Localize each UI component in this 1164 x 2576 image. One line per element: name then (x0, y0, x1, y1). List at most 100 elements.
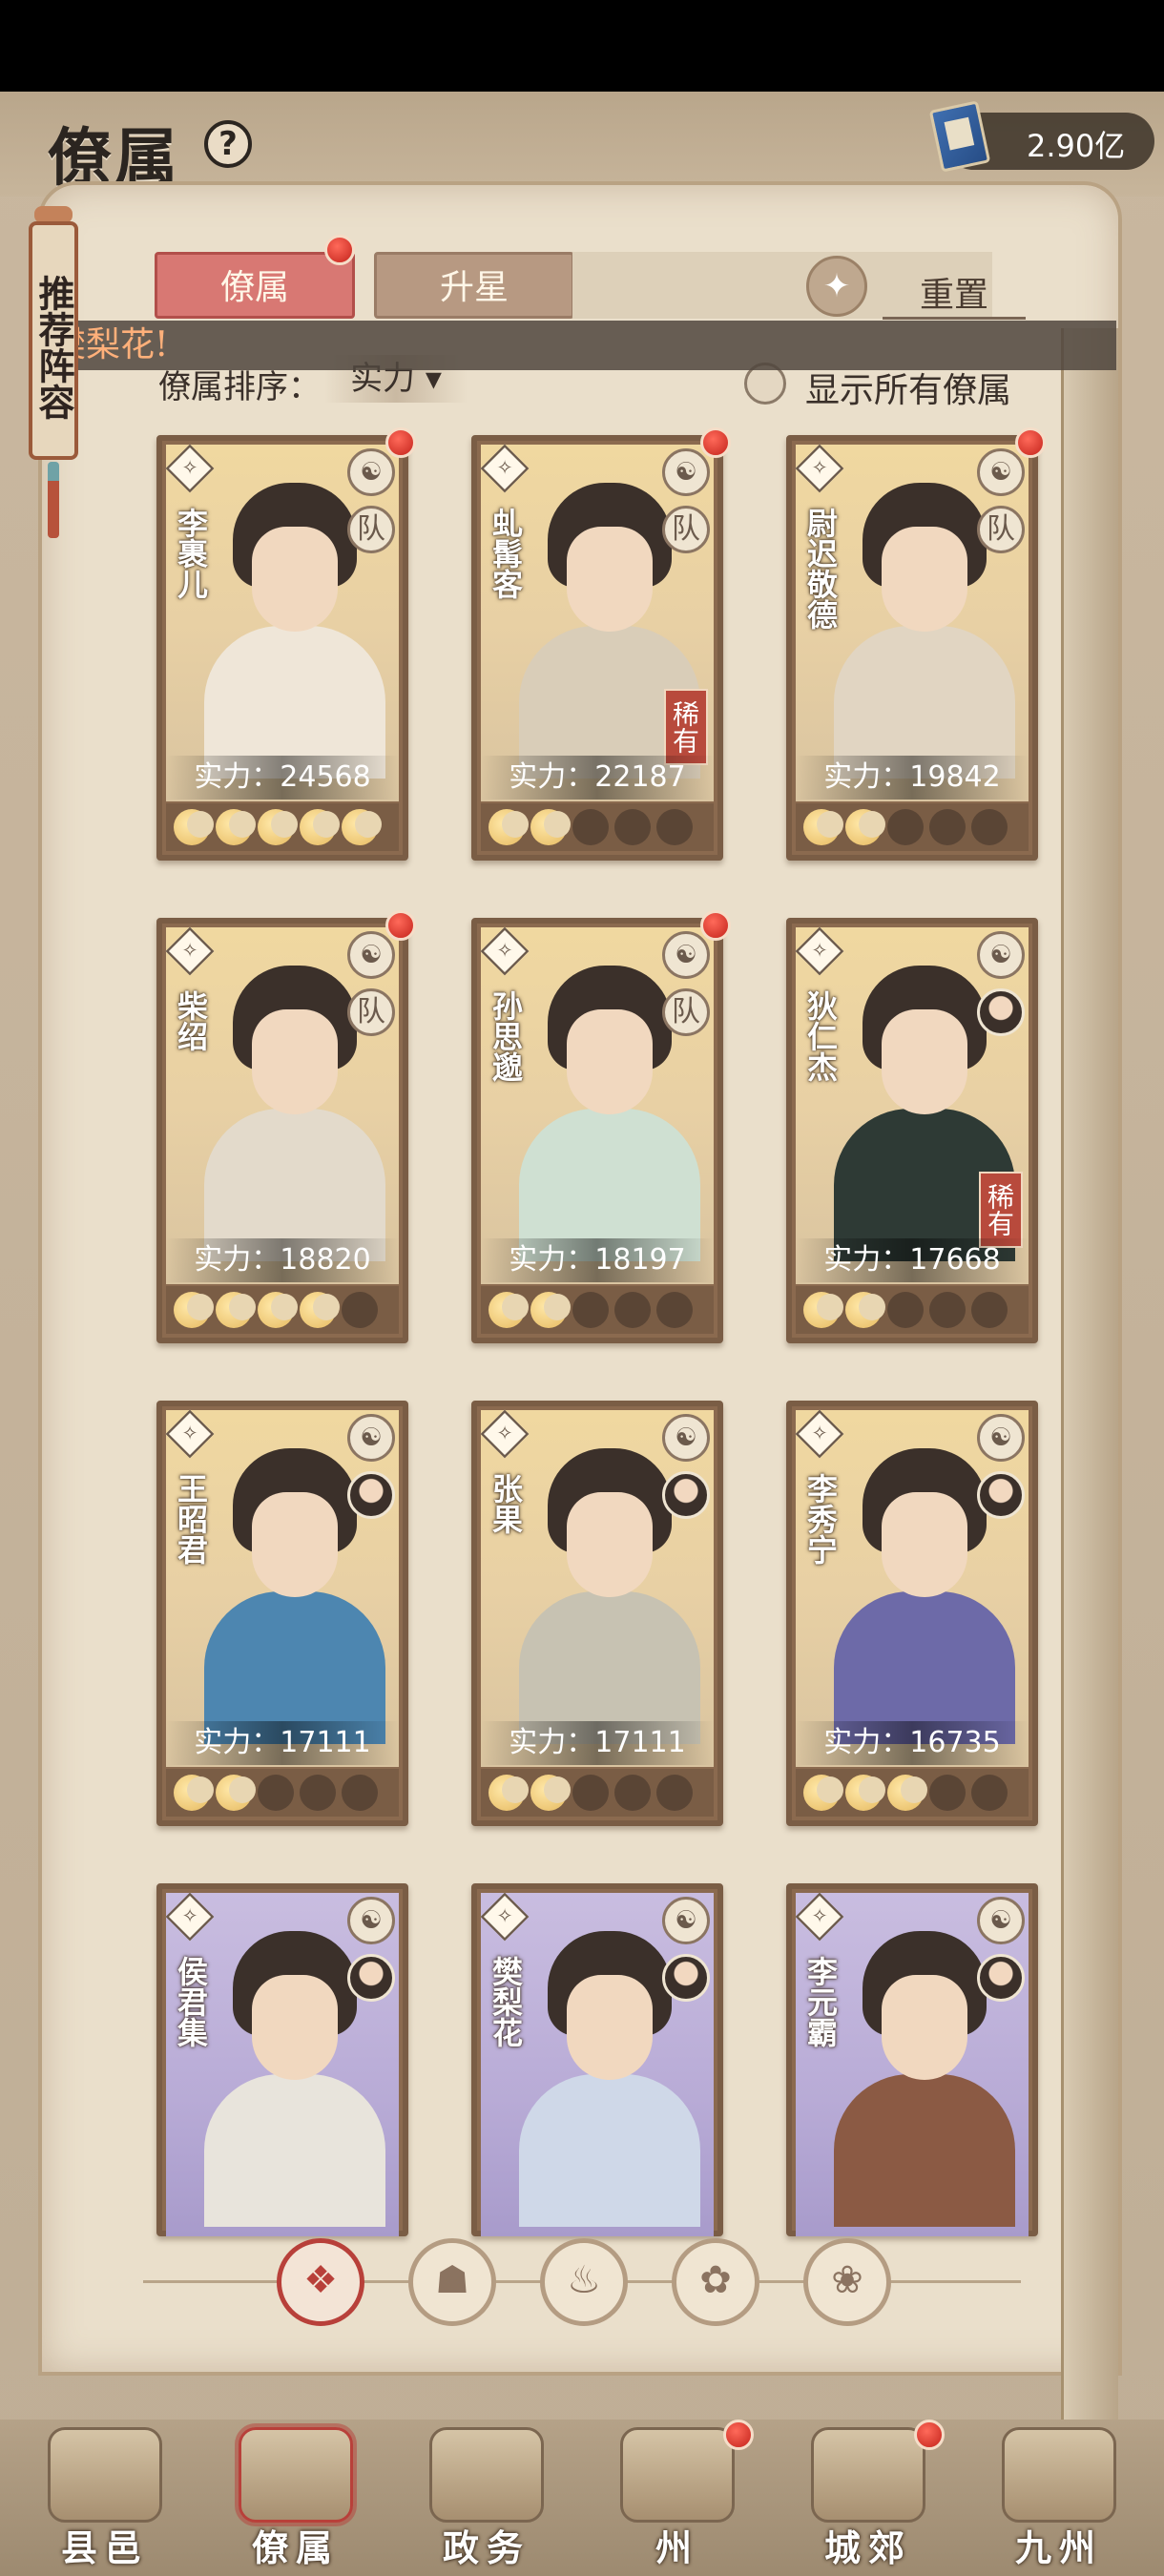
nav-item[interactable]: 城郊 (773, 2420, 964, 2576)
subordinate-card[interactable]: ✧ ☯ 张果 实力：17111 (471, 1401, 723, 1826)
moon-star-icon (258, 1775, 294, 1811)
recommend-lineup-button[interactable]: 推荐阵容 (29, 206, 78, 538)
card-power: 实力：19842 (796, 756, 1029, 800)
moon-star-icon (929, 1292, 966, 1328)
moon-star-icon (614, 1775, 651, 1811)
card-art (796, 1410, 1029, 1767)
subordinate-card[interactable]: ✧ ☯ 李秀宁 实力：16735 (786, 1401, 1038, 1826)
moon-star-icon (845, 1775, 885, 1811)
tab-subordinates[interactable]: 僚属 (155, 252, 355, 319)
filter-martial-button[interactable]: ♨ (540, 2238, 628, 2326)
subordinate-card[interactable]: ✧ ☯ 队尉迟敬德 实力：19842 (786, 427, 1046, 861)
card-art (166, 445, 399, 801)
card-power: 实力：16735 (796, 1721, 1029, 1765)
nav-item[interactable]: 县邑 (10, 2420, 200, 2576)
subordinate-card[interactable]: ✧ ☯ 狄仁杰 稀有 实力：17668 (786, 918, 1038, 1343)
moon-star-icon (488, 809, 529, 845)
subordinate-card[interactable]: ✧ ☯ 侯君集 (156, 1883, 408, 2236)
subordinate-card[interactable]: ✧ ☯ 队虬髯客 稀有 实力：22187 (471, 427, 731, 861)
subordinate-card[interactable]: ✧ ☯ 王昭君 实力：17111 (156, 1401, 408, 1826)
nav-item[interactable]: 政务 (391, 2420, 582, 2576)
card-name: 柴绍 (173, 990, 209, 1051)
card-power: 实力：17111 (166, 1721, 399, 1765)
subordinate-card[interactable]: ✧ ☯ 队李裹儿 实力：24568 (156, 427, 416, 861)
nav-label: 九州 (1014, 2526, 1103, 2569)
nav-item[interactable]: 九州 (964, 2420, 1154, 2576)
filter-talent-button[interactable]: ❀ (803, 2238, 891, 2326)
nav-label: 州 (655, 2526, 699, 2569)
card-name: 李裹儿 (173, 508, 209, 599)
attribute-icon: ☯ (662, 1897, 710, 1944)
notification-dot-icon (385, 910, 416, 941)
subordinate-card[interactable]: ✧ ☯ 队孙思邈 实力：18197 (471, 910, 731, 1343)
nav-building-icon (48, 2427, 162, 2523)
nav-item[interactable]: 僚属 (200, 2420, 391, 2576)
card-art (481, 1893, 714, 2236)
attribute-icon: ☯ (347, 448, 395, 496)
attribute-icon: ☯ (662, 1414, 710, 1462)
filter-civil-button[interactable]: ☗ (408, 2238, 496, 2326)
star-level (166, 1286, 399, 1334)
moon-star-icon (656, 809, 693, 845)
attribute-icon: ☯ (347, 1897, 395, 1944)
card-power: 实力：18197 (481, 1238, 714, 1282)
nav-building-icon (239, 2427, 353, 2523)
moon-star-icon (342, 1775, 378, 1811)
notification-dot-icon (324, 235, 355, 265)
moon-star-icon (342, 809, 382, 845)
moon-star-icon (971, 1775, 1008, 1811)
category-filter-bar: ❖ ☗ ♨ ✿ ❀ (0, 2229, 1164, 2334)
moon-star-icon (300, 1292, 340, 1328)
card-art (481, 1410, 714, 1767)
card-name: 王昭君 (173, 1473, 209, 1565)
star-level (481, 803, 714, 851)
card-power: 实力：24568 (166, 756, 399, 800)
card-art (166, 927, 399, 1284)
card-art (166, 1893, 399, 2236)
currency-display[interactable]: 2.90亿 (928, 100, 1154, 173)
notification-dot-icon (700, 427, 731, 458)
nav-building-icon (429, 2427, 544, 2523)
paired-avatar-icon (977, 1954, 1025, 2002)
moon-star-icon (174, 1775, 214, 1811)
attribute-icon: ☯ (347, 1414, 395, 1462)
reset-button[interactable]: ✦ 重置 (806, 254, 1026, 321)
card-art (796, 1893, 1029, 2236)
card-power: 实力：17111 (481, 1721, 714, 1765)
moon-star-icon (300, 1775, 336, 1811)
moon-star-icon (300, 809, 340, 845)
card-name: 张果 (488, 1473, 524, 1534)
help-icon[interactable]: ? (204, 120, 252, 168)
nav-item[interactable]: 州 (582, 2420, 773, 2576)
moon-star-icon (488, 1292, 529, 1328)
subordinate-card[interactable]: ✧ ☯ 李元霸 (786, 1883, 1038, 2236)
nav-building-icon (811, 2427, 925, 2523)
moon-star-icon (614, 809, 651, 845)
paired-avatar-icon (347, 1471, 395, 1519)
subordinate-card[interactable]: ✧ ☯ 队柴绍 实力：18820 (156, 910, 416, 1343)
attribute-icon: ☯ (347, 931, 395, 979)
status-bar (0, 0, 1164, 92)
tab-star-up[interactable]: 升星 (374, 252, 574, 319)
card-art (166, 1410, 399, 1767)
card-name: 侯君集 (173, 1956, 209, 2047)
filter-strategy-button[interactable]: ✿ (672, 2238, 759, 2326)
star-level (796, 803, 1029, 851)
moon-star-icon (572, 1775, 609, 1811)
moon-star-icon (614, 1292, 651, 1328)
attribute-icon: ☯ (662, 448, 710, 496)
notification-dot-icon (1015, 427, 1046, 458)
moon-star-icon (656, 1775, 693, 1811)
subordinate-card[interactable]: ✧ ☯ 樊梨花 (471, 1883, 723, 2236)
team-badge: 队 (977, 506, 1025, 553)
star-level (796, 1286, 1029, 1334)
moon-star-icon (174, 1292, 214, 1328)
star-level (166, 803, 399, 851)
star-level (481, 1286, 714, 1334)
moon-star-icon (572, 1292, 609, 1328)
nav-label: 县邑 (60, 2526, 149, 2569)
attribute-icon: ☯ (977, 448, 1025, 496)
card-power: 实力：22187 (481, 756, 714, 800)
team-badge: 队 (347, 988, 395, 1036)
filter-all-button[interactable]: ❖ (277, 2238, 364, 2326)
